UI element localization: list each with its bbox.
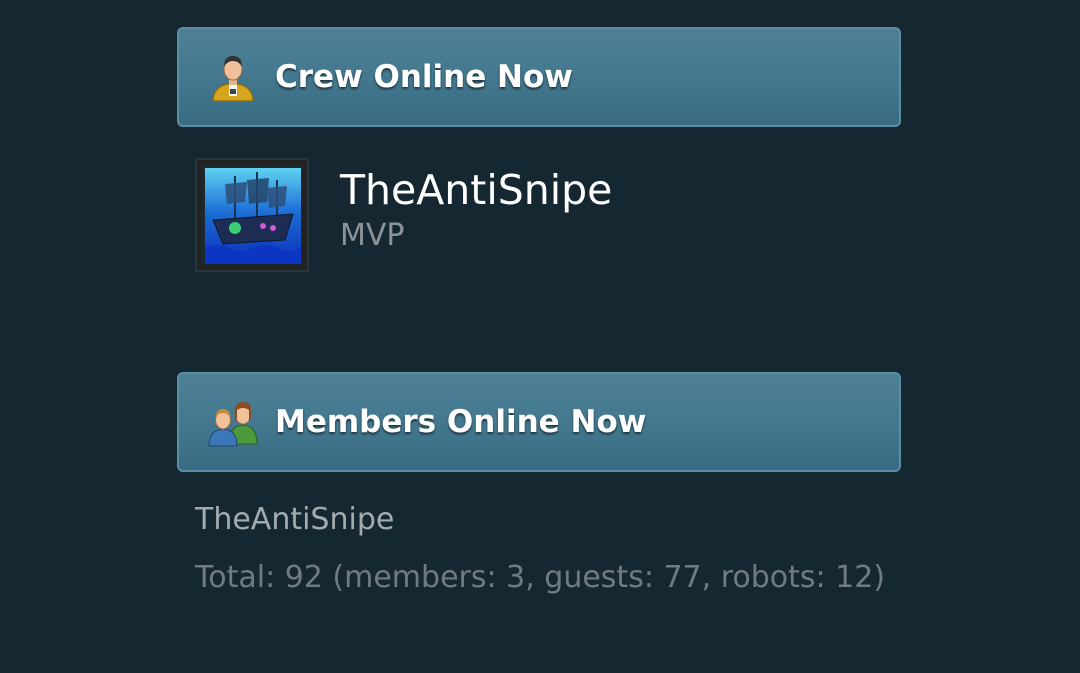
crew-online-header: Crew Online Now xyxy=(177,27,901,127)
members-online-title: Members Online Now xyxy=(275,404,647,440)
online-member-link[interactable]: TheAntiSnipe xyxy=(195,502,394,537)
crew-member-rank: MVP xyxy=(340,218,405,253)
pirate-ship-avatar-icon xyxy=(205,168,301,264)
crew-member-item[interactable]: TheAntiSnipe MVP xyxy=(195,158,795,274)
crew-member-name[interactable]: TheAntiSnipe xyxy=(340,166,612,214)
online-widget: Crew Online Now TheAntiSnipe MVP Members… xyxy=(0,0,1080,673)
avatar[interactable] xyxy=(195,158,309,272)
crew-online-title: Crew Online Now xyxy=(275,59,573,95)
members-group-icon xyxy=(207,396,259,448)
crew-user-icon xyxy=(207,51,259,103)
members-online-header: Members Online Now xyxy=(177,372,901,472)
online-total-stats: Total: 92 (members: 3, guests: 77, robot… xyxy=(195,560,886,595)
